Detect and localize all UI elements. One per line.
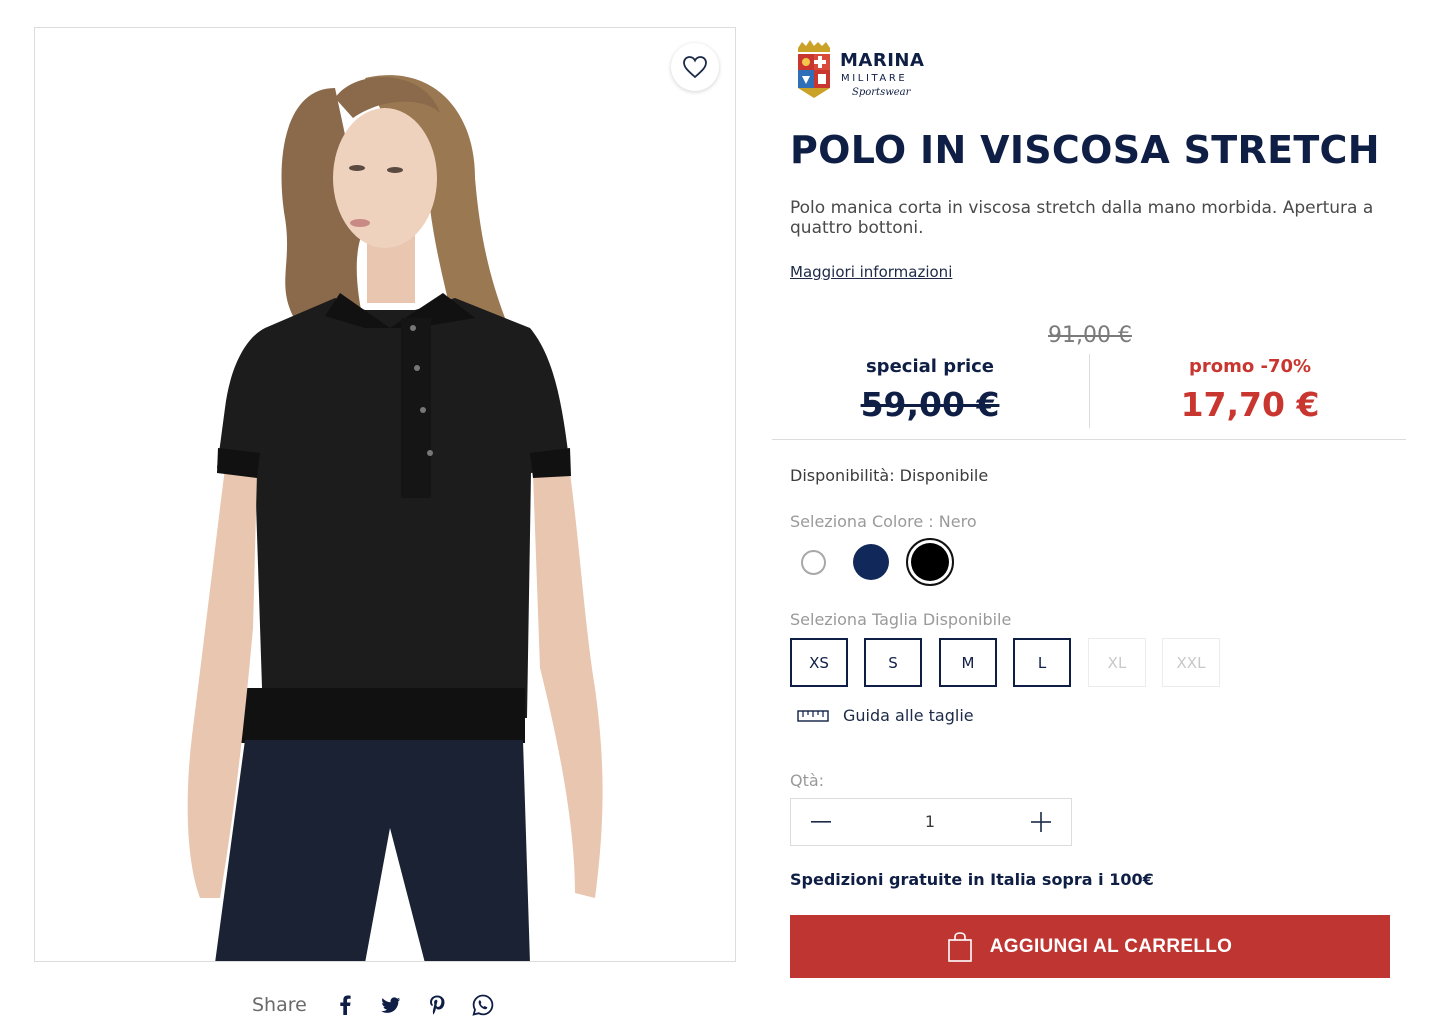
twitter-share-button[interactable] bbox=[379, 993, 403, 1017]
size-option-xxl: XXL bbox=[1162, 638, 1220, 687]
share-bar: Share bbox=[252, 990, 517, 1020]
twitter-icon bbox=[381, 996, 401, 1013]
logo-line-1: MARINA bbox=[840, 50, 925, 71]
minus-icon bbox=[811, 821, 831, 823]
promo-price-value: 17,70 € bbox=[1180, 385, 1320, 424]
shopping-bag-icon bbox=[947, 931, 972, 962]
color-swatch-navy[interactable] bbox=[853, 544, 889, 580]
logo-line-3: Sportswear bbox=[852, 87, 911, 98]
size-option-m[interactable]: M bbox=[939, 638, 997, 687]
price-divider bbox=[1089, 354, 1090, 428]
shipping-note: Spedizioni gratuite in Italia sopra i 10… bbox=[790, 870, 1154, 889]
size-select-label: Seleziona Taglia Disponibile bbox=[790, 610, 1012, 629]
size-option-xl: XL bbox=[1088, 638, 1146, 687]
size-option-xs[interactable]: XS bbox=[790, 638, 848, 687]
price-separator bbox=[772, 439, 1406, 440]
brand-logo: MARINA MILITARE Sportswear bbox=[792, 40, 925, 102]
special-price-value: 59,00 € bbox=[860, 385, 1000, 424]
plus-icon bbox=[1031, 812, 1051, 832]
whatsapp-share-button[interactable] bbox=[471, 993, 495, 1017]
product-photo bbox=[187, 75, 603, 961]
quantity-decrease-button[interactable] bbox=[806, 808, 836, 836]
wishlist-button[interactable] bbox=[671, 43, 719, 91]
product-description: Polo manica corta in viscosa stretch dal… bbox=[790, 198, 1374, 238]
pinterest-share-button[interactable] bbox=[425, 993, 449, 1017]
color-swatch-white[interactable] bbox=[801, 550, 826, 575]
quantity-input[interactable] bbox=[880, 808, 980, 836]
special-price-label: special price bbox=[865, 356, 995, 377]
color-swatch-black-selected[interactable] bbox=[906, 538, 954, 586]
original-price: 91,00 € bbox=[1048, 323, 1132, 348]
size-guide-label: Guida alle taglie bbox=[843, 706, 974, 725]
facebook-icon bbox=[340, 995, 351, 1015]
heart-icon bbox=[683, 56, 707, 79]
size-guide-link[interactable]: Guida alle taglie bbox=[797, 706, 974, 725]
quantity-label: Qtà: bbox=[790, 771, 825, 790]
pinterest-icon bbox=[429, 995, 445, 1015]
availability-text: Disponibilità: Disponibile bbox=[790, 466, 989, 485]
size-option-l[interactable]: L bbox=[1013, 638, 1071, 687]
add-to-cart-label: AGGIUNGI AL CARRELLO bbox=[989, 935, 1233, 957]
ruler-icon bbox=[797, 709, 829, 722]
color-select-label: Seleziona Colore : Nero bbox=[790, 512, 977, 531]
share-label: Share bbox=[252, 994, 307, 1016]
product-title: POLO IN VISCOSA STRETCH bbox=[790, 128, 1380, 172]
more-info-link[interactable]: Maggiori informazioni bbox=[790, 263, 952, 281]
product-image-frame bbox=[34, 27, 736, 962]
color-swatch-black-fill bbox=[911, 543, 949, 581]
promo-label: promo -70% bbox=[1188, 356, 1312, 377]
add-to-cart-button[interactable]: AGGIUNGI AL CARRELLO bbox=[790, 915, 1390, 978]
logo-line-2: MILITARE bbox=[841, 73, 908, 84]
facebook-share-button[interactable] bbox=[333, 993, 357, 1017]
quantity-increase-button[interactable] bbox=[1026, 808, 1056, 836]
size-option-s[interactable]: S bbox=[864, 638, 922, 687]
whatsapp-icon bbox=[472, 994, 494, 1016]
